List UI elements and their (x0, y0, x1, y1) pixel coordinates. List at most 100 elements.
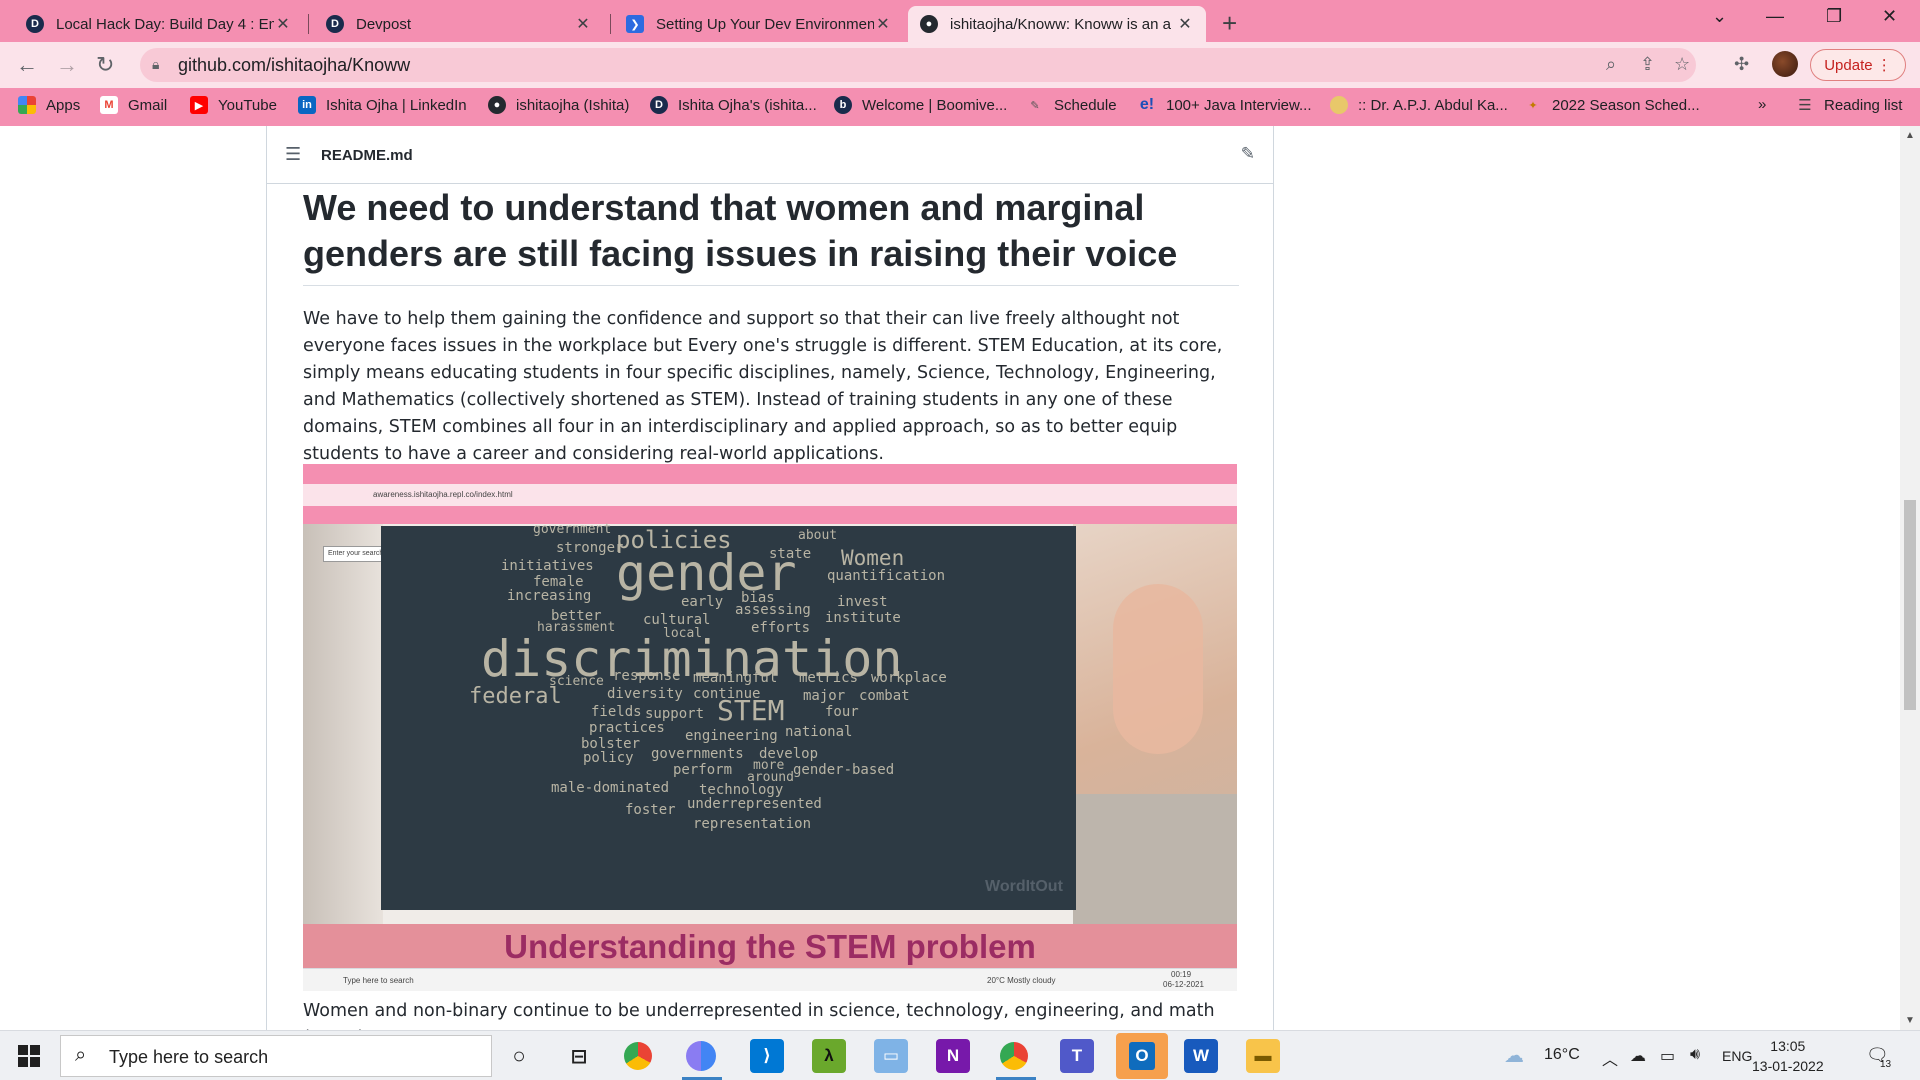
page-scrollbar[interactable]: ▲ ▼ (1900, 126, 1920, 1030)
image-weather: 20°C Mostly cloudy (987, 976, 1056, 985)
scroll-down-arrow-icon[interactable]: ▼ (1905, 1015, 1915, 1026)
bookmark-schedule[interactable]: ✎ Schedule (1026, 96, 1117, 114)
bookmark-label: ishitaojha (Ishita) (516, 96, 630, 114)
cloud-weather-icon[interactable]: ☁ (1504, 1043, 1524, 1068)
kalam-icon (1330, 96, 1348, 114)
window-close-button[interactable]: ✕ (1882, 6, 1897, 27)
cloud-word: practices (589, 720, 665, 736)
cloud-word: metrics (799, 670, 859, 686)
cloud-word: engineering (685, 728, 778, 744)
cortana-icon[interactable]: ○ (502, 1039, 536, 1073)
kebab-menu-icon: ⋮ (1876, 57, 1892, 74)
tab-local-hack-day[interactable]: D Local Hack Day: Build Day 4 : Em ✕ (14, 6, 304, 42)
onenote-icon[interactable]: N (936, 1039, 970, 1073)
lambda-app-icon[interactable]: λ (812, 1039, 846, 1073)
bookmark-devpost[interactable]: D Ishita Ojha's (ishita... (650, 96, 817, 114)
cloud-word: foster (625, 802, 676, 818)
bookmark-github[interactable]: ● ishitaojha (Ishita) (488, 96, 629, 114)
bookmark-java-interview[interactable]: e! 100+ Java Interview... (1138, 96, 1312, 114)
bookmark-linkedin[interactable]: in Ishita Ojha | LinkedIn (298, 96, 467, 114)
teams-icon[interactable]: T (1060, 1039, 1094, 1073)
cloud-word: response (613, 668, 681, 684)
bookmark-boomive[interactable]: b Welcome | Boomive... (834, 96, 1007, 114)
chrome-profile-icon[interactable] (686, 1041, 716, 1071)
reload-icon[interactable]: ↻ (96, 52, 114, 78)
bookmark-star-icon[interactable]: ☆ (1674, 54, 1690, 75)
cloud-word: workplace (871, 670, 947, 686)
readme-header: ☰ README.md ✎ (267, 126, 1273, 184)
edit-pencil-icon[interactable]: ✎ (1241, 144, 1255, 164)
markdown-body: We need to understand that women and mar… (303, 184, 1239, 468)
tray-chevron-up-icon[interactable]: ︿ (1602, 1046, 1618, 1070)
new-tab-button[interactable]: + (1222, 8, 1237, 39)
url-text[interactable]: github.com/ishitaojha/Knoww (178, 55, 410, 76)
bookmark-label: Ishita Ojha | LinkedIn (326, 96, 467, 114)
volume-icon[interactable]: 🔊︎ (1690, 1046, 1700, 1064)
bookmark-label: Schedule (1054, 96, 1117, 114)
maximize-button[interactable]: ❐ (1826, 6, 1842, 27)
back-arrow-icon[interactable]: ← (16, 52, 38, 78)
taskbar-clock[interactable]: 13:05 13-01-2022 (1752, 1036, 1824, 1076)
address-bar[interactable]: 🔒︎ github.com/ishitaojha/Knoww ⌕ ⇪ ☆ (140, 48, 1696, 82)
linkedin-icon: in (298, 96, 316, 114)
profile-avatar[interactable] (1772, 51, 1798, 77)
cloud-word: about (798, 528, 838, 543)
notification-count: 13 (1880, 1059, 1892, 1070)
edureka-icon: e! (1139, 96, 1155, 113)
cloud-word: fields (591, 704, 642, 720)
reading-list[interactable]: ☰ Reading list (1796, 96, 1902, 115)
scroll-up-arrow-icon[interactable]: ▲ (1905, 130, 1915, 141)
outlook-icon[interactable]: O (1116, 1033, 1168, 1079)
scrollbar-thumb[interactable] (1904, 500, 1916, 710)
language-indicator[interactable]: ENG (1722, 1048, 1752, 1064)
vscode-icon[interactable]: ⟩ (750, 1039, 784, 1073)
cloud-word: government (533, 522, 612, 537)
cloud-word: quantification (827, 568, 946, 584)
share-icon[interactable]: ⇪ (1640, 54, 1655, 75)
lock-icon[interactable]: 🔒︎ (152, 56, 159, 73)
bookmarks-bar: Apps M Gmail ▶ YouTube in Ishita Ojha | Lin… (0, 88, 1920, 126)
tab-search-chevron-icon[interactable]: ⌄ (1712, 6, 1727, 27)
clock-time: 13:05 (1770, 1038, 1806, 1054)
extensions-puzzle-icon[interactable]: ✣ (1734, 54, 1749, 75)
task-view-icon[interactable]: ⊟ (562, 1039, 596, 1073)
tab-dev-environment[interactable]: ❯ Setting Up Your Dev Environmen ✕ (614, 6, 904, 42)
word-icon[interactable]: W (1184, 1039, 1218, 1073)
table-of-contents-icon[interactable]: ☰ (285, 144, 301, 165)
onedrive-icon[interactable]: ☁ (1630, 1046, 1646, 1066)
bookmark-youtube[interactable]: ▶ YouTube (190, 96, 277, 114)
bookmark-apps[interactable]: Apps (18, 96, 80, 114)
apps-grid-icon (18, 96, 36, 114)
minimize-button[interactable]: — (1766, 6, 1784, 27)
tab-title: Setting Up Your Dev Environmen (656, 15, 874, 33)
tab-devpost[interactable]: D Devpost ✕ (314, 6, 604, 42)
chrome-second-icon[interactable] (1000, 1042, 1028, 1070)
cloud-word: institute (825, 610, 901, 626)
file-explorer-icon[interactable]: ▬ (1246, 1039, 1280, 1073)
computer-app-icon[interactable]: ▭ (874, 1039, 908, 1073)
chrome-icon[interactable] (624, 1042, 652, 1070)
close-icon[interactable]: ✕ (274, 14, 292, 34)
image-bookmarks-bar (303, 506, 1237, 524)
bookmark-apj-kalam[interactable]: :: Dr. A.P.J. Abdul Ka... (1330, 96, 1508, 114)
bookmark-gmail[interactable]: M Gmail (100, 96, 167, 114)
cloud-word: STEM (717, 694, 785, 727)
windows-start-icon[interactable] (18, 1045, 40, 1067)
bookmarks-overflow-chevron-icon[interactable]: » (1758, 96, 1766, 113)
update-button[interactable]: Update ⋮ (1810, 49, 1906, 81)
close-icon[interactable]: ✕ (1176, 14, 1194, 34)
tab-title: ishitaojha/Knoww: Knoww is an a (950, 15, 1171, 33)
battery-icon[interactable]: ▭ (1660, 1046, 1675, 1066)
zoom-icon[interactable]: ⌕ (1606, 54, 1616, 75)
close-icon[interactable]: ✕ (574, 14, 592, 34)
forward-arrow-icon[interactable]: → (56, 52, 78, 78)
cloud-word: combat (859, 688, 910, 704)
tab-knoww[interactable]: ● ishitaojha/Knoww: Knoww is an a ✕ (908, 6, 1206, 42)
readme-filename: README.md (321, 147, 413, 164)
image-clock-time: 00:19 (1171, 970, 1192, 979)
taskbar-search-box[interactable]: ⌕ Type here to search (60, 1035, 492, 1077)
weather-temp[interactable]: 16°C (1544, 1046, 1580, 1064)
bookmark-season-schedule[interactable]: ✦ 2022 Season Sched... (1524, 96, 1699, 114)
close-icon[interactable]: ✕ (874, 14, 892, 34)
cloud-word: meaningful (693, 670, 778, 686)
